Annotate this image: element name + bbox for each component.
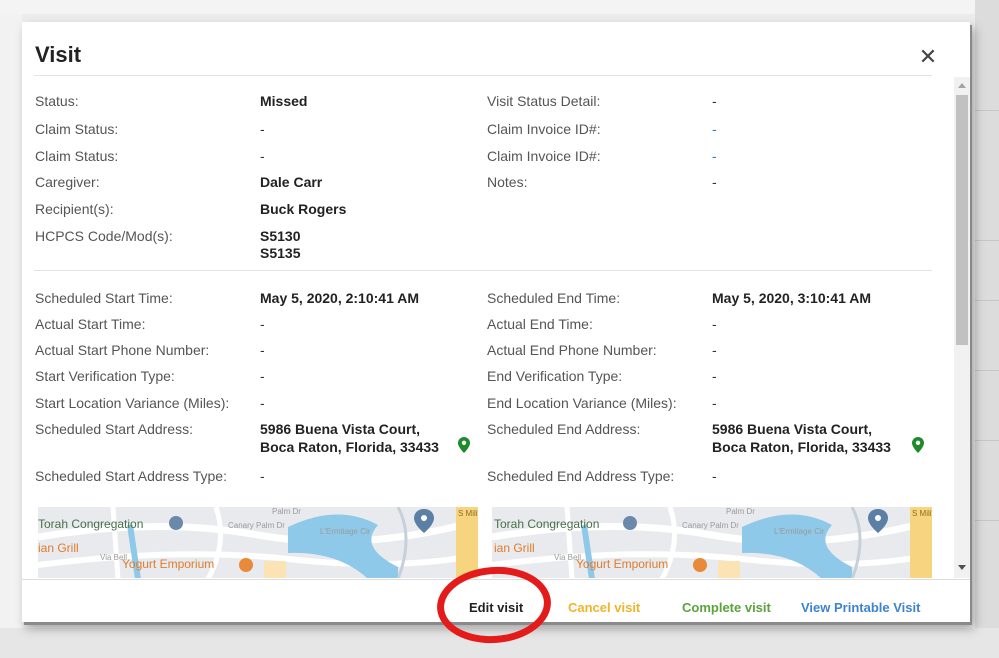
map-poi-congregation: Torah Congregation bbox=[38, 517, 144, 531]
scheduled-end-address-label: Scheduled End Address: bbox=[487, 421, 641, 437]
map-street-via: Via Bell bbox=[100, 553, 127, 562]
recipients-label: Recipient(s): bbox=[35, 201, 114, 217]
map-street-lermitage: L'Ermitage Cir bbox=[774, 527, 825, 536]
start-location-variance-value: - bbox=[260, 395, 265, 411]
modal-title: Visit bbox=[35, 42, 82, 67]
map-poi-yogurt: Yogurt Emporium bbox=[122, 557, 215, 571]
end-location-variance-value: - bbox=[712, 395, 717, 411]
background-top bbox=[0, 0, 999, 14]
actual-end-time-value: - bbox=[712, 316, 717, 332]
claim-invoice-link-2[interactable]: - bbox=[712, 148, 717, 165]
background-left bbox=[0, 14, 22, 634]
scheduled-end-address-line1: 5986 Buena Vista Court, bbox=[712, 421, 873, 437]
claim-status-label: Claim Status: bbox=[35, 121, 119, 137]
map-poi-congregation: Torah Congregation bbox=[494, 517, 600, 531]
scheduled-end-time-value: May 5, 2020, 3:10:41 AM bbox=[712, 290, 872, 306]
scheduled-start-time-label: Scheduled Start Time: bbox=[35, 290, 173, 306]
scheduled-start-address-line2: Boca Raton, Florida, 33433 bbox=[260, 439, 439, 455]
scroll-up-arrow-icon[interactable] bbox=[958, 83, 966, 88]
map-poi-yogurt: Yogurt Emporium bbox=[576, 557, 669, 571]
map-poi-grill: ian Grill bbox=[494, 541, 535, 555]
scheduled-end-address-type-value: - bbox=[712, 468, 717, 484]
actual-start-time-value: - bbox=[260, 316, 265, 332]
section-divider bbox=[34, 270, 932, 271]
map-street-via: Via Bell bbox=[554, 553, 581, 562]
scroll-down-arrow-icon[interactable] bbox=[958, 565, 966, 570]
map-street-canary: Canary Palm Dr bbox=[228, 521, 285, 530]
visit-status-detail-value: - bbox=[712, 93, 717, 109]
end-verification-type-value: - bbox=[712, 368, 717, 384]
hcpcs-value-1: S5130 bbox=[260, 228, 301, 244]
title-divider bbox=[34, 75, 932, 76]
scheduled-start-time-value: May 5, 2020, 2:10:41 AM bbox=[260, 290, 420, 306]
map-street-military: S Military Tra bbox=[912, 509, 932, 518]
actual-end-time-label: Actual End Time: bbox=[487, 316, 593, 332]
scheduled-start-address-label: Scheduled Start Address: bbox=[35, 421, 193, 437]
caregiver-label: Caregiver: bbox=[35, 174, 100, 190]
scheduled-start-address-line1: 5986 Buena Vista Court, bbox=[260, 421, 421, 437]
map-pin-icon[interactable] bbox=[458, 437, 470, 453]
map-poi-grill: ian Grill bbox=[38, 541, 79, 555]
start-verification-type-value: - bbox=[260, 368, 265, 384]
view-printable-visit-button[interactable]: View Printable Visit bbox=[801, 600, 920, 615]
map-street-military: S Military Tra bbox=[458, 509, 478, 518]
end-verification-type-label: End Verification Type: bbox=[487, 368, 623, 384]
claim-status-value-2: - bbox=[260, 148, 265, 164]
notes-value: - bbox=[712, 174, 717, 190]
claim-invoice-label: Claim Invoice ID#: bbox=[487, 121, 601, 137]
map-street-lermitage: L'Ermitage Cir bbox=[320, 527, 371, 536]
map-street-palm: Palm Dr bbox=[272, 507, 301, 516]
end-location-variance-label: End Location Variance (Miles): bbox=[487, 395, 677, 411]
actual-start-time-label: Actual Start Time: bbox=[35, 316, 146, 332]
background-right bbox=[975, 0, 999, 658]
actual-start-phone-label: Actual Start Phone Number: bbox=[35, 342, 210, 358]
close-icon[interactable]: ✕ bbox=[916, 46, 940, 70]
scheduled-end-address-type-label: Scheduled End Address Type: bbox=[487, 468, 675, 484]
scheduled-end-time-label: Scheduled End Time: bbox=[487, 290, 621, 306]
start-location-variance-label: Start Location Variance (Miles): bbox=[35, 395, 230, 411]
actual-start-phone-value: - bbox=[260, 342, 265, 358]
caregiver-value: Dale Carr bbox=[260, 174, 323, 190]
map-street-canary: Canary Palm Dr bbox=[682, 521, 739, 530]
scrollbar-thumb[interactable] bbox=[956, 95, 968, 345]
recipients-value: Buck Rogers bbox=[260, 201, 347, 217]
cancel-visit-button[interactable]: Cancel visit bbox=[568, 600, 640, 615]
vertical-scrollbar[interactable] bbox=[954, 77, 970, 578]
claim-status-label-2: Claim Status: bbox=[35, 148, 119, 164]
actual-end-phone-label: Actual End Phone Number: bbox=[487, 342, 657, 358]
visit-status-detail-label: Visit Status Detail: bbox=[487, 93, 601, 109]
status-label: Status: bbox=[35, 93, 79, 109]
hcpcs-label: HCPCS Code/Mod(s): bbox=[35, 228, 173, 244]
claim-status-value: - bbox=[260, 121, 265, 137]
end-location-map[interactable]: Torah Congregation ian Grill Yogurt Empo… bbox=[492, 507, 932, 578]
map-pin-icon[interactable] bbox=[912, 437, 924, 453]
notes-label: Notes: bbox=[487, 174, 528, 190]
scheduled-start-address-type-value: - bbox=[260, 468, 265, 484]
status-value: Missed bbox=[260, 93, 308, 109]
start-location-map[interactable]: Torah Congregation ian Grill Yogurt Empo… bbox=[38, 507, 478, 578]
hcpcs-value-2: S5135 bbox=[260, 245, 301, 261]
complete-visit-button[interactable]: Complete visit bbox=[682, 600, 771, 615]
scheduled-start-address-type-label: Scheduled Start Address Type: bbox=[35, 468, 227, 484]
start-verification-type-label: Start Verification Type: bbox=[35, 368, 175, 384]
map-street-palm: Palm Dr bbox=[726, 507, 755, 516]
claim-invoice-link[interactable]: - bbox=[712, 121, 717, 138]
claim-invoice-label-2: Claim Invoice ID#: bbox=[487, 148, 601, 164]
visit-modal: Visit ✕ Status: Missed Claim Status: - C… bbox=[22, 22, 970, 622]
visit-details-scroll-area[interactable]: Status: Missed Claim Status: - Claim Sta… bbox=[22, 77, 954, 578]
actual-end-phone-value: - bbox=[712, 342, 717, 358]
scheduled-end-address-line2: Boca Raton, Florida, 33433 bbox=[712, 439, 891, 455]
